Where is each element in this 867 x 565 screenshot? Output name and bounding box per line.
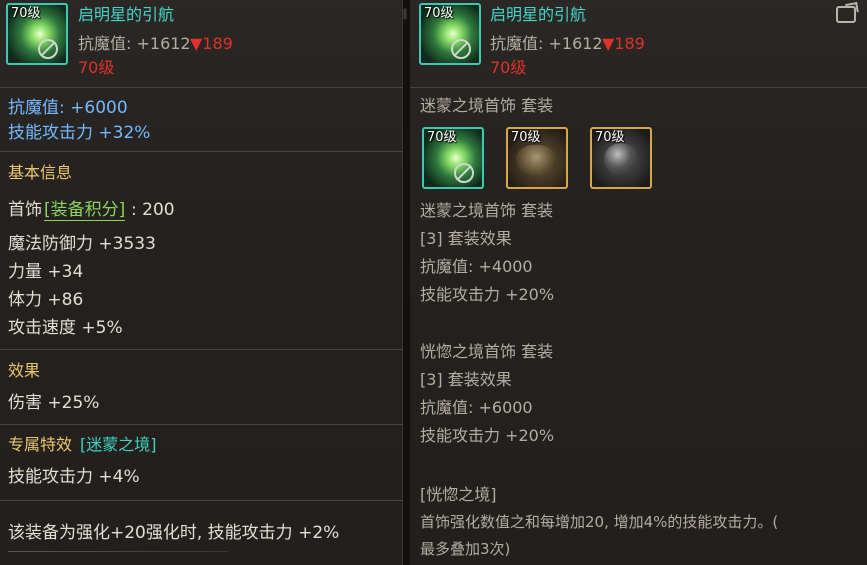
right-item-tooltip: 70级 启明星的引航 抗魔值: +1612 ▼189 70级 迷蒙之境首饰 套装… bbox=[410, 0, 867, 565]
special-desc: 首饰强化数值之和每增加20, 增加4%的技能攻击力。( bbox=[420, 513, 779, 531]
special-desc: 最多叠加3次) bbox=[420, 540, 511, 558]
basic-stat-line: 攻击速度 +5% bbox=[8, 318, 123, 338]
bracelet-glyph-icon bbox=[516, 145, 556, 175]
item-icon[interactable]: 70级 bbox=[6, 3, 68, 65]
set-piece-level: 70级 bbox=[427, 130, 457, 145]
orb-glyph-icon bbox=[451, 39, 471, 59]
basic-stat-line: 力量 +34 bbox=[8, 262, 84, 282]
divider bbox=[0, 87, 403, 88]
tooltip-comparison: 70级 启明星的引航 抗魔值: +1612 ▼189 70级 抗魔值: +600… bbox=[0, 0, 867, 565]
set-piece-dark-orb-icon[interactable]: 70级 bbox=[590, 127, 652, 189]
effect-heading: 效果 bbox=[8, 361, 41, 380]
set-piece-level: 70级 bbox=[595, 130, 625, 145]
item-level-badge: 70级 bbox=[11, 6, 41, 21]
score-tag-link[interactable]: [装备积分] bbox=[44, 200, 126, 221]
divider bbox=[8, 551, 228, 552]
set-title: 迷蒙之境首饰 套装 bbox=[420, 96, 554, 115]
set-a-name: 迷蒙之境首饰 套装 bbox=[420, 201, 554, 220]
orb-glyph-icon bbox=[38, 39, 58, 59]
special-heading: 专属特效 bbox=[8, 435, 73, 454]
divider bbox=[0, 151, 403, 152]
effect-line: 伤害 +25% bbox=[8, 393, 100, 413]
dark-orb-glyph-icon bbox=[604, 143, 638, 175]
divider bbox=[0, 424, 403, 425]
item-level-text: 70级 bbox=[490, 58, 527, 77]
slot-label: 首饰 bbox=[8, 200, 42, 220]
item-stat-label: 抗魔值: +1612 bbox=[78, 34, 191, 53]
special-tag: [恍惚之境] bbox=[420, 485, 497, 504]
set-b-line: 技能攻击力 +20% bbox=[420, 426, 555, 445]
special-line: 技能攻击力 +4% bbox=[8, 467, 140, 487]
basic-stat-line: 体力 +86 bbox=[8, 290, 84, 310]
basic-info-heading: 基本信息 bbox=[8, 163, 73, 182]
stat-line: 抗魔值: +6000 bbox=[8, 98, 128, 118]
set-b-effect: [3] 套装效果 bbox=[420, 370, 512, 389]
set-piece-level: 70级 bbox=[511, 130, 541, 145]
score-value: : 200 bbox=[131, 200, 175, 220]
item-level-badge: 70级 bbox=[424, 6, 454, 21]
special-tag: [迷蒙之境] bbox=[80, 435, 157, 454]
set-a-line: 技能攻击力 +20% bbox=[420, 285, 555, 304]
set-b-line: 抗魔值: +6000 bbox=[420, 398, 533, 417]
item-stat-delta: ▼189 bbox=[602, 34, 645, 53]
item-name: 启明星的引航 bbox=[490, 5, 587, 24]
divider bbox=[0, 349, 403, 350]
item-name: 启明星的引航 bbox=[78, 5, 175, 24]
share-icon[interactable] bbox=[836, 6, 856, 23]
item-stat-delta: ▼189 bbox=[190, 34, 233, 53]
basic-stat-line: 魔法防御力 +3533 bbox=[8, 234, 156, 254]
divider bbox=[410, 87, 867, 88]
set-b-name: 恍惚之境首饰 套装 bbox=[420, 342, 554, 361]
set-a-line: 抗魔值: +4000 bbox=[420, 257, 533, 276]
item-icon[interactable]: 70级 bbox=[419, 3, 481, 65]
orb-glyph-icon bbox=[454, 163, 474, 183]
stat-line: 技能攻击力 +32% bbox=[8, 123, 151, 143]
item-stat-label: 抗魔值: +1612 bbox=[490, 34, 603, 53]
enhance-note: 该装备为强化+20强化时, 技能攻击力 +2% bbox=[8, 523, 340, 543]
panel-gap bbox=[403, 0, 410, 565]
set-piece-green-orb-icon[interactable]: 70级 bbox=[422, 127, 484, 189]
divider bbox=[0, 500, 403, 501]
item-level-text: 70级 bbox=[78, 58, 115, 77]
set-a-effect: [3] 套装效果 bbox=[420, 229, 512, 248]
set-piece-bracelet-icon[interactable]: 70级 bbox=[506, 127, 568, 189]
left-item-tooltip: 70级 启明星的引航 抗魔值: +1612 ▼189 70级 抗魔值: +600… bbox=[0, 0, 403, 565]
